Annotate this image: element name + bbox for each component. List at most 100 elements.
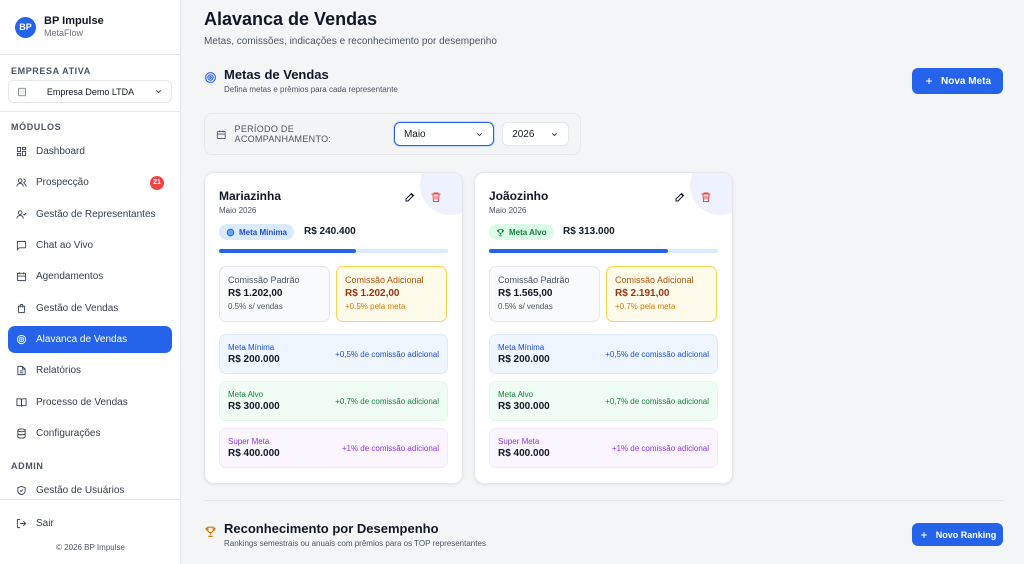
new-goal-button[interactable]: Nova Meta bbox=[912, 68, 1003, 94]
sidebar-item-prospeccao[interactable]: Prospecção 21 bbox=[8, 169, 172, 196]
commission-note: 0.5% s/ vendas bbox=[498, 302, 553, 311]
calendar-icon bbox=[216, 130, 226, 139]
divider bbox=[0, 111, 181, 112]
recognition-subtitle: Rankings semestrais ou anuais com prêmio… bbox=[224, 539, 486, 548]
sidebar-item-label: Configurações bbox=[36, 428, 101, 439]
trash-icon[interactable] bbox=[700, 191, 712, 203]
sidebar-item-relatorios[interactable]: Relatórios bbox=[8, 357, 172, 384]
new-goal-label: Nova Meta bbox=[940, 75, 991, 87]
sidebar: BP BP Impulse MetaFlow EMPRESA ATIVA Emp… bbox=[0, 0, 181, 564]
goal-progress bbox=[489, 249, 718, 253]
sidebar-item-label: Gestão de Usuários bbox=[36, 485, 125, 496]
tier-row-super: Super Meta R$ 400.000 +1% de comissão adi… bbox=[219, 428, 448, 468]
commission-label: Comissão Adicional bbox=[345, 275, 424, 285]
tier-bonus: +0,5% de comissão adicional bbox=[335, 349, 439, 359]
commission-note: 0.5% s/ vendas bbox=[228, 302, 283, 311]
book-icon bbox=[16, 398, 27, 407]
period-filter: PERÍODO DE ACOMPANHAMENTO: Maio 2026 bbox=[204, 113, 581, 155]
commission-label: Comissão Padrão bbox=[228, 275, 300, 285]
trophy-icon bbox=[497, 228, 504, 236]
tier-amount: R$ 200.000 bbox=[228, 354, 280, 365]
logout-label: Sair bbox=[36, 518, 54, 529]
commission-value: R$ 2.191,00 bbox=[615, 288, 670, 299]
month-value: Maio bbox=[403, 128, 426, 140]
commission-note: +0.7% pela meta bbox=[615, 302, 676, 311]
tier-amount: R$ 200.000 bbox=[498, 354, 550, 365]
tier-row-target: Meta Alvo R$ 300.000 +0,7% de comissão ad… bbox=[219, 381, 448, 421]
card-period: Maio 2026 bbox=[219, 206, 257, 215]
sidebar-item-label: Gestão de Vendas bbox=[36, 303, 119, 314]
trash-icon[interactable] bbox=[430, 191, 442, 203]
period-label: PERÍODO DE ACOMPANHAMENTO: bbox=[234, 124, 332, 144]
new-ranking-button[interactable]: Novo Ranking bbox=[912, 523, 1003, 546]
tier-name: Super Meta bbox=[228, 437, 270, 446]
goal-card: Joãozinho Maio 2026 Meta Alvo R$ 313.000… bbox=[474, 172, 733, 484]
goals-section-header: Metas de Vendas Defina metas e prêmios p… bbox=[204, 67, 398, 94]
modules-label: MÓDULOS bbox=[11, 122, 62, 132]
sidebar-item-configuracoes[interactable]: Configurações bbox=[8, 420, 172, 447]
database-icon bbox=[17, 428, 26, 439]
year-select[interactable]: 2026 bbox=[502, 122, 569, 146]
goal-card: Mariazinha Maio 2026 Meta Mínima R$ 240.… bbox=[204, 172, 463, 484]
brand-name: BP Impulse bbox=[44, 15, 104, 27]
tier-name: Meta Mínima bbox=[228, 343, 275, 352]
goal-progress-fill bbox=[219, 249, 357, 253]
section-divider bbox=[204, 500, 1004, 501]
copyright: © 2026 BP Impulse bbox=[56, 543, 125, 552]
sidebar-item-label: Prospecção bbox=[36, 177, 89, 188]
page-title: Alavanca de Vendas bbox=[204, 9, 378, 29]
sidebar-item-label: Dashboard bbox=[36, 146, 85, 157]
tier-bonus: +0,7% de comissão adicional bbox=[335, 396, 439, 406]
sidebar-item-chat[interactable]: Chat ao Vivo bbox=[8, 232, 172, 259]
commission-value: R$ 1.202,00 bbox=[228, 288, 283, 299]
standard-commission: Comissão Padrão R$ 1.565,00 0.5% s/ vend… bbox=[489, 266, 600, 322]
dashboard-icon bbox=[16, 146, 27, 157]
brand-logo: BP bbox=[15, 16, 36, 38]
sales-value: R$ 240.400 bbox=[304, 226, 356, 237]
user-check-icon bbox=[16, 210, 27, 219]
tier-label: Meta Alvo bbox=[509, 227, 547, 237]
report-icon bbox=[17, 365, 26, 376]
tier-bonus: +1% de comissão adicional bbox=[611, 443, 709, 453]
goal-progress bbox=[219, 249, 448, 253]
tier-amount: R$ 300.000 bbox=[228, 401, 280, 412]
company-selected: Empresa Demo LTDA bbox=[46, 86, 135, 97]
sidebar-item-alavanca[interactable]: Alavanca de Vendas bbox=[8, 326, 172, 353]
tier-amount: R$ 400.000 bbox=[498, 448, 550, 459]
company-select[interactable]: Empresa Demo LTDA bbox=[8, 80, 172, 103]
sidebar-item-label: Agendamentos bbox=[36, 271, 104, 282]
sidebar-item-vendas[interactable]: Gestão de Vendas bbox=[8, 295, 172, 322]
admin-label: ADMIN bbox=[11, 461, 44, 471]
divider bbox=[0, 499, 181, 500]
building-icon bbox=[18, 87, 26, 96]
tier-name: Meta Alvo bbox=[228, 390, 264, 399]
year-value: 2026 bbox=[512, 128, 535, 140]
logout-icon bbox=[16, 518, 27, 529]
edit-icon[interactable] bbox=[404, 191, 416, 203]
target-icon bbox=[226, 228, 235, 236]
brand-subtitle: MetaFlow bbox=[44, 28, 84, 38]
additional-commission: Comissão Adicional R$ 2.191,00 +0.7% pel… bbox=[606, 266, 717, 322]
commission-label: Comissão Padrão bbox=[498, 275, 570, 285]
chevron-down-icon bbox=[477, 132, 483, 136]
shopping-bag-icon bbox=[17, 303, 26, 314]
users-icon bbox=[16, 178, 27, 187]
sidebar-item-label: Gestão de Representantes bbox=[36, 209, 156, 220]
sidebar-item-dashboard[interactable]: Dashboard bbox=[8, 138, 172, 165]
tier-amount: R$ 400.000 bbox=[228, 448, 280, 459]
page-subtitle: Metas, comissões, indicações e reconheci… bbox=[204, 36, 497, 47]
target-icon bbox=[16, 334, 27, 345]
sidebar-item-processo[interactable]: Processo de Vendas bbox=[8, 389, 172, 416]
sidebar-item-representantes[interactable]: Gestão de Representantes bbox=[8, 201, 172, 228]
card-actions bbox=[674, 191, 712, 203]
logout-button[interactable]: Sair bbox=[8, 510, 172, 537]
sidebar-item-agendamentos[interactable]: Agendamentos bbox=[8, 263, 172, 290]
company-label: EMPRESA ATIVA bbox=[11, 66, 91, 76]
month-select[interactable]: Maio bbox=[393, 122, 495, 146]
edit-icon[interactable] bbox=[674, 191, 686, 203]
tier-name: Meta Alvo bbox=[498, 390, 534, 399]
sales-value: R$ 313.000 bbox=[563, 226, 615, 237]
brand[interactable]: BP BP Impulse MetaFlow bbox=[15, 15, 104, 39]
commission-value: R$ 1.565,00 bbox=[498, 288, 553, 299]
tier-name: Meta Mínima bbox=[498, 343, 545, 352]
